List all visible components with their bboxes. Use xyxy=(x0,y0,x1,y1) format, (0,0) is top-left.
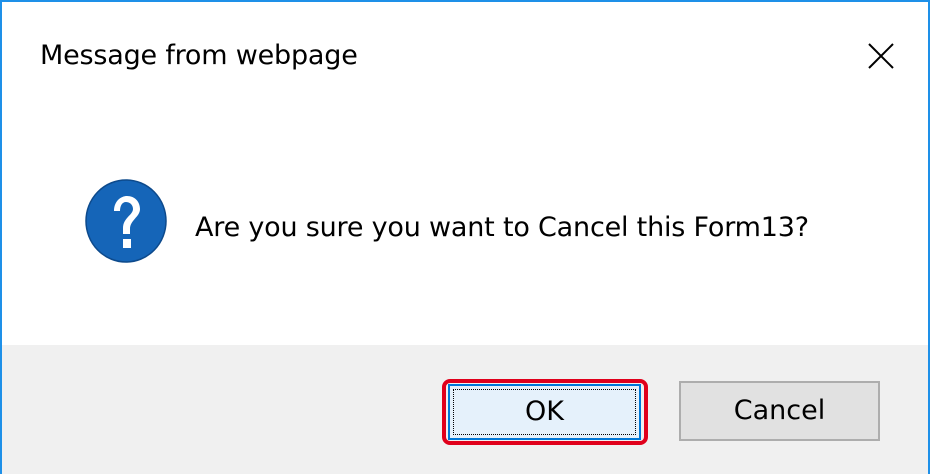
ok-button[interactable]: OK xyxy=(448,384,641,440)
question-icon xyxy=(85,179,167,263)
dialog-content: Are you sure you want to Cancel this For… xyxy=(2,97,928,345)
close-icon xyxy=(868,43,894,69)
cancel-button-label: Cancel xyxy=(733,395,826,426)
dialog-footer: OK Cancel xyxy=(2,345,928,474)
dialog-title: Message from webpage xyxy=(40,40,358,71)
dialog-titlebar: Message from webpage xyxy=(2,2,928,97)
message-dialog: Message from webpage Are you sure you wa… xyxy=(0,0,930,474)
ok-button-label: OK xyxy=(525,396,564,427)
close-button[interactable] xyxy=(848,24,914,90)
cancel-button[interactable]: Cancel xyxy=(679,381,880,441)
dialog-message: Are you sure you want to Cancel this For… xyxy=(195,212,809,243)
